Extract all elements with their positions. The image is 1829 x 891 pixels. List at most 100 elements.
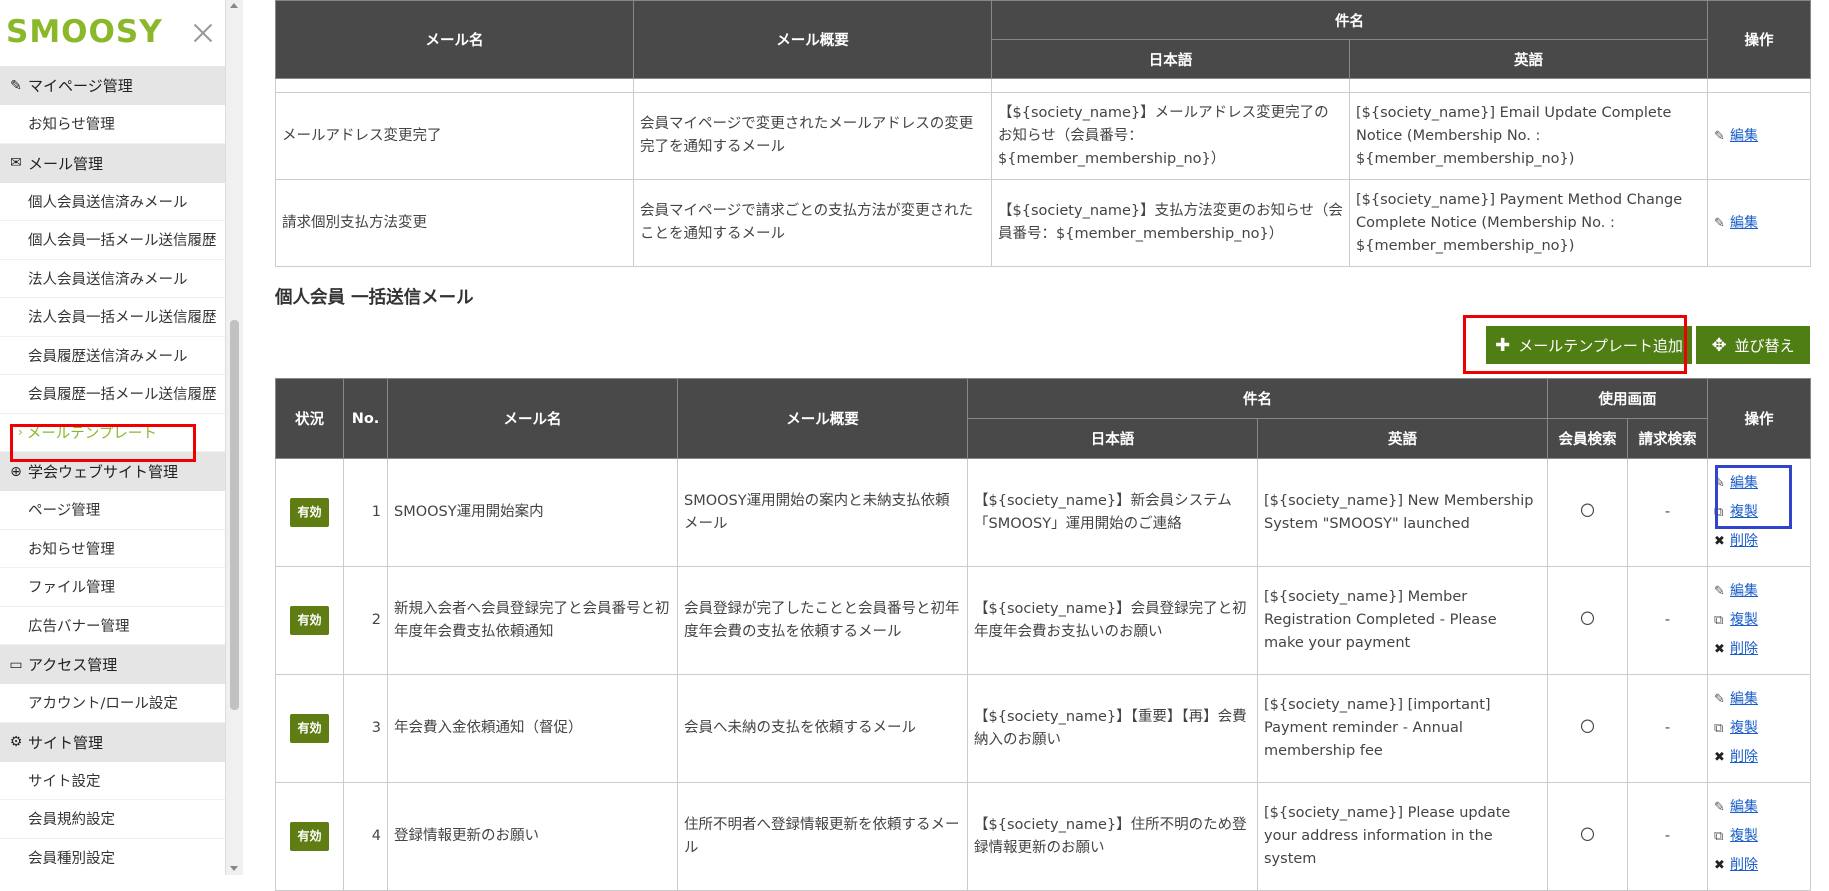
sidebar-group-mypage[interactable]: ✎ マイページ管理 (0, 66, 225, 105)
edit-link[interactable]: 編集 (1730, 215, 1758, 231)
highlight-box-sidebar (10, 424, 196, 462)
pencil-icon: ✎ (1714, 800, 1725, 815)
cell-mail-name: SMOOSY運用開始案内 (387, 458, 678, 567)
template-table-bulk: 状況 No. メール名 メール概要 件名 使用画面 操作 日本語 英語 会員検索… (275, 378, 1811, 891)
col-header-no: No. (343, 378, 388, 459)
col-header-ja: 日本語 (991, 39, 1350, 79)
sidebar-item-site-settings[interactable]: サイト設定 (0, 762, 225, 800)
edit-link[interactable]: 編集 (1730, 128, 1758, 144)
close-sidebar-icon[interactable] (192, 22, 214, 44)
cell-summary: 会員登録が完了したことと会員番号と初年度年会費の支払を依頼するメール (677, 566, 968, 675)
status-badge: 有効 (290, 606, 329, 635)
sidebar-item-history-sent[interactable]: 会員履歴送信済みメール (0, 337, 225, 375)
cell-billing-search: - (1627, 674, 1708, 783)
cell-subject-en: [${society_name}] Member Registration Co… (1257, 566, 1548, 675)
edit-link[interactable]: 編集 (1730, 799, 1758, 815)
cell-summary: 会員へ未納の支払を依頼するメール (677, 674, 968, 783)
col-header-en: 英語 (1349, 39, 1708, 79)
sidebar-scroll-thumb[interactable] (230, 320, 239, 710)
sidebar-item-pages[interactable]: ページ管理 (0, 491, 225, 530)
sidebar-item-corporate-sent[interactable]: 法人会員送信済みメール (0, 260, 225, 298)
sidebar-group-site[interactable]: ⚙ サイト管理 (0, 722, 225, 762)
col-header-mail-name: メール名 (275, 0, 634, 79)
cell-summary: 住所不明者へ登録情報更新を依頼するメール (677, 782, 968, 891)
cell-subject-en: [${society_name}] Payment Method Change … (1349, 179, 1708, 267)
sidebar-group-mail[interactable]: ✉ メール管理 (0, 143, 225, 183)
delete-icon: ✖ (1714, 534, 1725, 549)
delete-icon: ✖ (1714, 858, 1725, 873)
cell-subject-ja: 【${society_name}】住所不明のため登録情報更新のお願い (967, 782, 1258, 891)
cell-subject-ja: 【${society_name}】新会員システム「SMOOSY」運用開始のご連絡 (967, 458, 1258, 567)
sidebar-item-corporate-bulk-history[interactable]: 法人会員一括メール送信履歴 (0, 298, 225, 337)
sidebar-group-label: 学会ウェブサイト管理 (28, 463, 179, 481)
sidebar-group-label: メール管理 (28, 154, 104, 173)
table-row: 有効 2 新規入会者へ会員登録完了と会員番号と初年度年会費支払依頼通知 会員登録… (275, 566, 1811, 675)
sidebar-item-accounts[interactable]: アカウント/ロール設定 (0, 684, 225, 723)
delete-icon: ✖ (1714, 642, 1725, 657)
sort-button[interactable]: ✥ 並び替え (1696, 326, 1810, 364)
sidebar-item-individual-bulk-history[interactable]: 個人会員一括メール送信履歴 (0, 221, 225, 260)
col-header-status: 状況 (275, 378, 344, 459)
copy-link[interactable]: 複製 (1730, 612, 1758, 628)
copy-link[interactable]: 複製 (1730, 720, 1758, 736)
cell-subject-en: [${society_name}] [important] Payment re… (1257, 674, 1548, 783)
cell-no: 1 (343, 458, 388, 567)
col-header-summary: メール概要 (633, 0, 992, 79)
sidebar-item-individual-sent[interactable]: 個人会員送信済みメール (0, 183, 225, 221)
edit-link[interactable]: 編集 (1730, 691, 1758, 707)
sidebar-item-files[interactable]: ファイル管理 (0, 568, 225, 607)
copy-icon: ⧉ (1714, 721, 1724, 736)
delete-icon: ✖ (1714, 750, 1725, 765)
cell-ops: ✎ 編集 (1707, 92, 1811, 180)
sidebar-item-member-types[interactable]: 会員種別設定 (0, 839, 225, 876)
cell-ops: ✎ 編集 (1707, 179, 1811, 267)
col-header-ops: 操作 (1707, 378, 1811, 459)
sidebar-item-site-notice[interactable]: お知らせ管理 (0, 530, 225, 568)
sidebar-item-history-bulk-history[interactable]: 会員履歴一括メール送信履歴 (0, 375, 225, 414)
col-header-mail-name: メール名 (387, 378, 678, 459)
pencil-icon: ✎ (10, 77, 22, 94)
cell-mail-name: メールアドレス変更完了 (275, 92, 634, 180)
cell-subject-en: [${society_name}] Email Update Complete … (1349, 92, 1708, 180)
delete-link[interactable]: 削除 (1730, 749, 1758, 765)
sidebar-item-banners[interactable]: 広告バナー管理 (0, 607, 225, 645)
col-header-en: 英語 (1257, 418, 1548, 459)
logo[interactable]: SMOOSY (6, 14, 163, 50)
table-row: 有効 3 年会費入金依頼通知（督促） 会員へ未納の支払を依頼するメール 【${s… (275, 674, 1811, 783)
col-header-member-search: 会員検索 (1547, 418, 1628, 459)
cell-subject-ja: 【${society_name}】会員登録完了と初年度年会費お支払いのお願い (967, 566, 1258, 675)
pencil-icon: ✎ (1714, 128, 1725, 144)
sidebar-item-notice[interactable]: お知らせ管理 (0, 105, 225, 144)
copy-link[interactable]: 複製 (1730, 828, 1758, 844)
col-header-summary: メール概要 (677, 378, 968, 459)
cell-billing-search: - (1627, 782, 1708, 891)
cell-summary: 会員マイページで変更されたメールアドレスの変更完了を通知するメール (633, 92, 992, 180)
copy-icon: ⧉ (1714, 613, 1724, 628)
globe-icon: ⊕ (10, 463, 22, 480)
col-header-subject: 件名 (967, 378, 1548, 419)
pencil-icon: ✎ (1714, 692, 1725, 707)
sidebar-item-terms[interactable]: 会員規約設定 (0, 800, 225, 839)
cell-subject-ja: 【${society_name}】【重要】【再】会費納入のお願い (967, 674, 1258, 783)
cell-billing-search: - (1627, 458, 1708, 567)
cell-mail-name: 年会費入金依頼通知（督促） (387, 674, 678, 783)
sidebar-group-label: サイト管理 (28, 733, 104, 752)
delete-link[interactable]: 削除 (1730, 857, 1758, 873)
cell-subject-en: [${society_name}] Please update your add… (1257, 782, 1548, 891)
edit-link[interactable]: 編集 (1730, 583, 1758, 599)
sidebar-group-access[interactable]: ▭ アクセス管理 (0, 645, 225, 684)
template-table-top: メール名 メール概要 件名 操作 日本語 英語 メールアドレス変更完了 会員マイ… (275, 0, 1811, 267)
cell-status: 有効 (275, 458, 344, 567)
cell-subject-ja: 【${society_name}】支払方法変更のお知らせ（会員番号：${memb… (991, 179, 1350, 267)
delete-link[interactable]: 削除 (1730, 533, 1758, 549)
pencil-icon: ✎ (1714, 584, 1725, 599)
status-badge: 有効 (290, 714, 329, 743)
delete-link[interactable]: 削除 (1730, 641, 1758, 657)
scroll-down-arrow-icon[interactable] (230, 866, 238, 871)
col-header-ja: 日本語 (967, 418, 1258, 459)
cell-mail-name: 新規入会者へ会員登録完了と会員番号と初年度年会費支払依頼通知 (387, 566, 678, 675)
table-row: 有効 1 SMOOSY運用開始案内 SMOOSY運用開始の案内と未納支払依頼メー… (275, 458, 1811, 567)
cell-summary: SMOOSY運用開始の案内と未納支払依頼メール (677, 458, 968, 567)
mail-icon: ✉ (10, 155, 22, 171)
scroll-up-arrow-icon[interactable] (230, 3, 238, 8)
